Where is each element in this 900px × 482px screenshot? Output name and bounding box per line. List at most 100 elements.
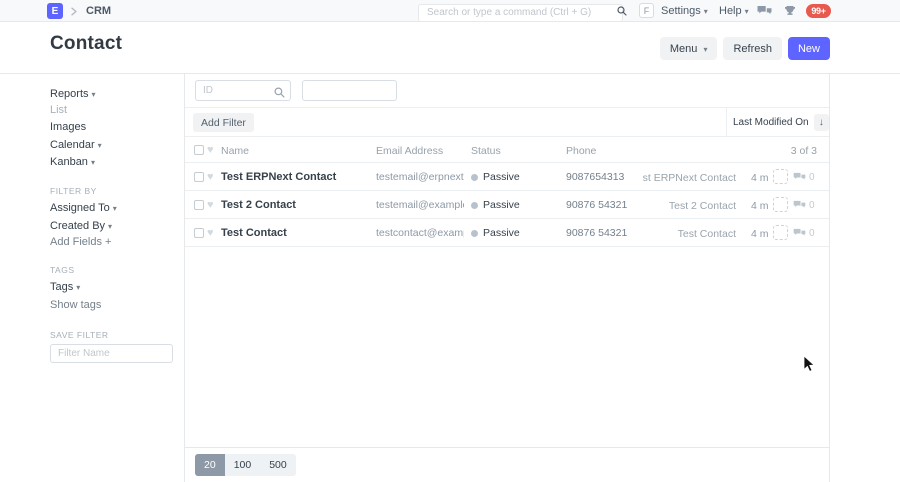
contact-name-link[interactable]: Test Contact — [221, 227, 287, 239]
sidebar-item-calendar[interactable]: Calendar▾ — [50, 139, 102, 151]
page-size-500[interactable]: 500 — [260, 454, 296, 476]
select-all-checkbox[interactable] — [194, 145, 204, 155]
status-dot — [471, 230, 478, 237]
table-row[interactable]: ♥ Test 2 Contact testemail@example.… Pas… — [185, 191, 829, 219]
assign-button[interactable] — [773, 169, 788, 184]
row-checkbox[interactable] — [194, 172, 204, 182]
filter-toolbar: Add Filter Last Modified On ↓ — [185, 108, 829, 137]
plus-icon: + — [105, 236, 111, 248]
show-tags-button[interactable]: Show tags — [50, 299, 101, 311]
heart-icon[interactable]: ♥ — [207, 172, 214, 183]
add-fields-button[interactable]: Add Fields + — [50, 236, 111, 248]
name-filter-input[interactable] — [302, 80, 397, 101]
table-row[interactable]: ♥ Test Contact testcontact@exampl… Passi… — [185, 219, 829, 247]
sort-field-button[interactable]: Last Modified On — [733, 117, 809, 128]
contact-title: Test 2 Contact — [640, 200, 736, 212]
search-icon — [274, 85, 285, 103]
status-dot — [471, 174, 478, 181]
modified-time: 4 m — [751, 228, 769, 240]
id-filter — [195, 80, 291, 101]
caret-down-icon: ▾ — [98, 141, 102, 150]
caret-down-icon: ▾ — [745, 7, 749, 16]
caret-down-icon: ▾ — [108, 222, 112, 231]
contact-name-link[interactable]: Test ERPNext Contact — [221, 171, 336, 183]
sidebar-item-list[interactable]: List — [50, 104, 67, 116]
comment-count: 0 — [809, 172, 815, 183]
standard-filter-row — [185, 74, 829, 108]
page-size-20[interactable]: 20 — [195, 454, 225, 476]
sidebar-item-kanban[interactable]: Kanban▾ — [50, 156, 95, 168]
refresh-button[interactable]: Refresh — [723, 37, 782, 60]
caret-down-icon: ▾ — [113, 204, 117, 213]
contact-email: testcontact@exampl… — [376, 227, 464, 239]
page-title: Contact — [50, 33, 122, 55]
user-avatar[interactable]: F — [639, 3, 654, 18]
kanban-label: Kanban — [50, 156, 88, 168]
column-name: Name — [221, 145, 249, 157]
heart-icon[interactable]: ♥ — [207, 228, 214, 239]
help-menu[interactable]: Help▾ — [719, 5, 749, 17]
column-status: Status — [471, 145, 501, 157]
sidebar-item-reports[interactable]: Reports▾ — [50, 88, 96, 100]
contact-status: Passive — [471, 171, 520, 183]
caret-down-icon: ▾ — [703, 45, 707, 54]
page-size-100[interactable]: 100 — [225, 454, 261, 476]
settings-label: Settings — [661, 5, 701, 17]
modified-time: 4 m — [751, 172, 769, 184]
sidebar-tags[interactable]: Tags▾ — [50, 281, 80, 293]
app-window: E CRM F Settings▾ Help▾ 99+ Contact Menu… — [0, 0, 900, 482]
add-filter-button[interactable]: Add Filter — [193, 113, 254, 132]
caret-down-icon: ▾ — [92, 90, 96, 99]
caret-down-icon: ▾ — [91, 158, 95, 167]
sidebar-assigned-to[interactable]: Assigned To▾ — [50, 202, 117, 214]
table-row[interactable]: ♥ Test ERPNext Contact testemail@erpnext… — [185, 163, 829, 191]
list-view: Add Filter Last Modified On ↓ ♥ Name Ema… — [184, 74, 830, 482]
caret-down-icon: ▾ — [76, 283, 80, 292]
settings-menu[interactable]: Settings▾ — [661, 5, 708, 17]
menu-button[interactable]: Menu ▾ — [660, 37, 718, 60]
global-search-input[interactable] — [418, 4, 623, 22]
notifications-badge[interactable]: 99+ — [806, 4, 831, 18]
status-dot — [471, 202, 478, 209]
status-text: Passive — [483, 199, 520, 211]
list-footer: 20 100 500 — [185, 447, 829, 482]
contact-status: Passive — [471, 199, 520, 211]
user-avatar-initial: F — [644, 6, 650, 16]
assign-button[interactable] — [773, 225, 788, 240]
notifications-count: 99+ — [811, 6, 825, 16]
global-search — [418, 2, 623, 20]
contact-name-link[interactable]: Test 2 Contact — [221, 199, 296, 211]
breadcrumb[interactable]: CRM — [86, 5, 111, 17]
contact-email: testemail@example.… — [376, 199, 464, 211]
sidebar-item-images[interactable]: Images — [50, 121, 86, 133]
filter-by-heading: FILTER BY — [50, 186, 97, 196]
status-text: Passive — [483, 171, 520, 183]
reports-label: Reports — [50, 88, 89, 100]
page-actions: Menu ▾ Refresh New — [660, 37, 830, 60]
row-checkbox[interactable] — [194, 228, 204, 238]
comment-count: 0 — [809, 228, 815, 239]
heart-icon[interactable]: ♥ — [207, 145, 214, 156]
comment-icon — [793, 200, 806, 213]
contact-status: Passive — [471, 227, 520, 239]
name-filter — [302, 80, 397, 101]
row-count: 3 of 3 — [791, 145, 817, 157]
contact-phone: 9087654313 — [566, 171, 624, 183]
contact-title: Test Contact — [640, 228, 736, 240]
assigned-to-label: Assigned To — [50, 202, 110, 214]
comment-icon — [793, 172, 806, 185]
created-by-label: Created By — [50, 220, 105, 232]
sidebar-created-by[interactable]: Created By▾ — [50, 220, 112, 232]
heart-icon[interactable]: ♥ — [207, 200, 214, 211]
status-text: Passive — [483, 227, 520, 239]
sort-direction-button[interactable]: ↓ — [814, 114, 829, 131]
row-checkbox[interactable] — [194, 200, 204, 210]
filter-name-input[interactable] — [50, 344, 173, 363]
modified-time: 4 m — [751, 200, 769, 212]
new-button[interactable]: New — [788, 37, 830, 60]
app-logo[interactable]: E — [47, 3, 63, 19]
column-phone: Phone — [566, 145, 596, 157]
assign-button[interactable] — [773, 197, 788, 212]
page-size-selector: 20 100 500 — [195, 454, 296, 476]
help-label: Help — [719, 5, 742, 17]
